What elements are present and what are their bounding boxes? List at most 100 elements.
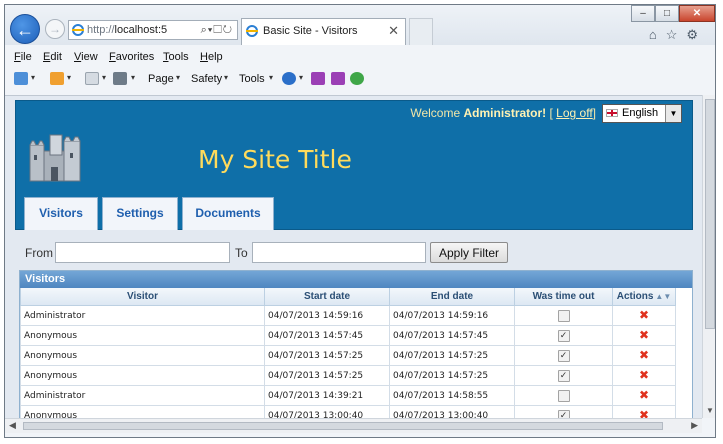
site-header: Welcome Administrator! [ Log off] Englis… [15,100,693,230]
cell-was-time-out: ✓ [514,345,613,366]
minimize-icon: – [640,8,646,19]
sort-icon[interactable]: ▲▼ [655,292,671,301]
menu-favorites[interactable]: Favorites [109,51,154,63]
to-date-input[interactable] [252,242,426,263]
apply-filter-button[interactable]: Apply Filter [430,242,508,263]
cell-was-time-out: ✓ [514,365,613,386]
delete-icon[interactable]: ✖ [639,308,649,322]
table-row: Anonymous 04/07/2013 13:00:40 04/07/2013 1… [20,405,676,419]
forward-button[interactable]: → [45,19,65,39]
back-arrow-icon: ← [16,20,34,40]
onenote-linked-icon[interactable] [331,72,345,85]
delete-icon[interactable]: ✖ [639,348,649,362]
browser-right-icons: ⌂☆⚙ [649,27,707,43]
address-scheme: http:// [87,24,115,36]
castle-logo-icon [29,134,81,182]
cell-end-date: 04/07/2013 14:58:55 [389,385,515,406]
horizontal-scrollbar[interactable]: ◀ ▶ [5,418,702,433]
tab-visitors[interactable]: Visitors [24,197,98,230]
cell-was-time-out [514,385,613,406]
menu-bar: File Edit View Favorites Tools Help [5,47,715,67]
tab-settings[interactable]: Settings [102,197,178,230]
favorites-star-icon[interactable]: ☆ [666,27,687,42]
browser-titlebar: ← → http://localhost:5 ⌕▾☐↻ Basic Site -… [5,5,715,45]
table-header-row: Visitor Start date End date Was time out… [20,288,676,306]
scroll-left-icon[interactable]: ◀ [9,420,16,431]
tools-menu[interactable]: Tools [239,73,265,85]
maximize-button[interactable]: □ [655,5,679,22]
home-icon[interactable]: ⌂ [649,27,666,42]
timeout-checkbox[interactable] [557,389,570,402]
menu-edit[interactable]: Edit [43,51,62,63]
timeout-checkbox[interactable]: ✓ [557,329,570,342]
help-icon[interactable] [282,72,296,85]
column-end-date[interactable]: End date [389,288,515,306]
horizontal-scroll-thumb[interactable] [23,422,663,430]
delete-icon[interactable]: ✖ [639,328,649,342]
column-was-time-out[interactable]: Was time out [514,288,613,306]
timeout-checkbox[interactable]: ✓ [557,369,570,382]
chevron-down-icon[interactable]: ▼ [665,105,681,122]
addon-icon[interactable] [350,72,364,85]
cell-was-time-out: ✓ [514,325,613,346]
cell-end-date: 04/07/2013 14:57:45 [389,325,515,346]
from-label: From [25,246,53,260]
vertical-scroll-thumb[interactable] [705,99,715,329]
timeout-checkbox[interactable]: ✓ [557,349,570,362]
column-start-date[interactable]: Start date [264,288,390,306]
minimize-button[interactable]: – [631,5,655,22]
menu-tools[interactable]: Tools [163,51,189,63]
column-actions[interactable]: Actions ▲▼ [612,288,676,306]
tab-close-icon[interactable]: ✕ [388,19,399,43]
cell-actions: ✖ [612,305,676,326]
ie-page-icon [72,24,84,36]
tab-title: Basic Site - Visitors [263,25,358,37]
scroll-down-icon[interactable]: ▼ [706,406,714,415]
cell-end-date: 04/07/2013 14:57:25 [389,345,515,366]
table-row: Anonymous 04/07/2013 14:57:25 04/07/2013 1… [20,345,676,366]
address-bar[interactable]: http://localhost:5 ⌕▾☐↻ [68,20,238,40]
mail-icon[interactable] [85,72,99,85]
cell-actions: ✖ [612,405,676,419]
address-tools-icons[interactable]: ⌕▾☐↻ [201,21,233,39]
cell-actions: ✖ [612,345,676,366]
browser-tab-active[interactable]: Basic Site - Visitors ✕ [241,18,406,45]
scroll-right-icon[interactable]: ▶ [691,420,698,431]
settings-gear-icon[interactable]: ⚙ [686,27,707,42]
new-tab-button[interactable] [409,18,433,45]
visitors-table: Visitor Start date End date Was time out… [20,288,676,419]
vertical-scrollbar[interactable]: ▼ [702,95,715,418]
ie-tab-icon [246,25,258,37]
cell-was-time-out [514,305,613,326]
table-row: Administrator 04/07/2013 14:59:16 04/07/20… [20,305,676,326]
print-icon[interactable] [113,72,127,85]
cell-visitor: Administrator [20,305,265,326]
cell-start-date: 04/07/2013 14:59:16 [264,305,390,326]
cell-end-date: 04/07/2013 13:00:40 [389,405,515,419]
language-select[interactable]: English ▼ [602,104,682,123]
home-command-icon[interactable] [14,72,28,85]
close-window-button[interactable]: ✕ [679,5,715,22]
table-body: Administrator 04/07/2013 14:59:16 04/07/20… [20,305,676,419]
menu-help[interactable]: Help [200,51,223,63]
table-row: Administrator 04/07/2013 14:39:21 04/07/20… [20,385,676,406]
timeout-checkbox[interactable] [557,309,570,322]
menu-view[interactable]: View [74,51,98,63]
menu-file[interactable]: File [14,51,32,63]
safety-menu[interactable]: Safety [191,73,222,85]
cell-visitor: Anonymous [20,405,265,419]
english-flag-icon [606,109,618,117]
cell-start-date: 04/07/2013 14:39:21 [264,385,390,406]
from-date-input[interactable] [55,242,230,263]
maximize-icon: □ [663,8,671,19]
page-menu[interactable]: Page [148,73,174,85]
delete-icon[interactable]: ✖ [639,388,649,402]
delete-icon[interactable]: ✖ [639,368,649,382]
tab-documents[interactable]: Documents [182,197,274,230]
onenote-icon[interactable] [311,72,325,85]
feeds-icon[interactable] [50,72,64,85]
to-label: To [235,246,248,260]
back-button[interactable]: ← [10,14,40,44]
column-visitor[interactable]: Visitor [20,288,265,306]
logoff-link[interactable]: Log off [556,106,592,120]
